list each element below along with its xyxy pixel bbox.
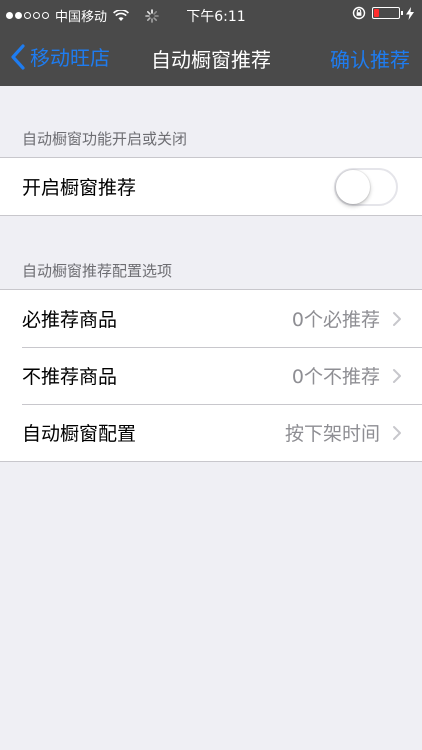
row-not-recommend[interactable]: 不推荐商品 0个不推荐 (0, 347, 422, 404)
config-group: 必推荐商品 0个必推荐 不推荐商品 0个不推荐 自动橱窗配置 按下架时间 (0, 289, 422, 462)
battery-icon (372, 7, 403, 19)
row-value: 按下架时间 (284, 423, 380, 445)
chevron-right-icon (393, 311, 401, 326)
status-right (352, 6, 414, 20)
row-label: 自动橱窗配置 (22, 423, 137, 445)
window-recommend-toggle[interactable] (334, 167, 398, 206)
row-value: 0个必推荐 (291, 309, 380, 331)
toggle-group: 开启橱窗推荐 (0, 157, 422, 216)
chevron-right-icon (393, 425, 401, 440)
section-header-config: 自动橱窗推荐配置选项 (22, 262, 173, 280)
confirm-recommend-button[interactable]: 确认推荐 (330, 44, 410, 73)
bolt-icon (406, 6, 414, 20)
toggle-knob (336, 169, 370, 204)
status-bar: 中国移动 下午6:11 (0, 0, 422, 30)
header: 中国移动 下午6:11 移动旺店 自动橱窗推荐 确认推荐 (0, 0, 422, 86)
rotation-lock-icon (352, 6, 366, 20)
chevron-right-icon (393, 368, 401, 383)
section-header-toggle: 自动橱窗功能开启或关闭 (22, 130, 188, 148)
toggle-row: 开启橱窗推荐 (0, 158, 422, 215)
row-label: 必推荐商品 (22, 309, 118, 331)
row-label: 不推荐商品 (22, 366, 118, 388)
battery-level (374, 9, 379, 17)
row-window-config[interactable]: 自动橱窗配置 按下架时间 (0, 404, 422, 461)
row-must-recommend[interactable]: 必推荐商品 0个必推荐 (0, 290, 422, 347)
toggle-row-label: 开启橱窗推荐 (22, 177, 137, 199)
row-value: 0个不推荐 (291, 366, 380, 388)
navigation-bar: 移动旺店 自动橱窗推荐 确认推荐 (0, 30, 422, 86)
